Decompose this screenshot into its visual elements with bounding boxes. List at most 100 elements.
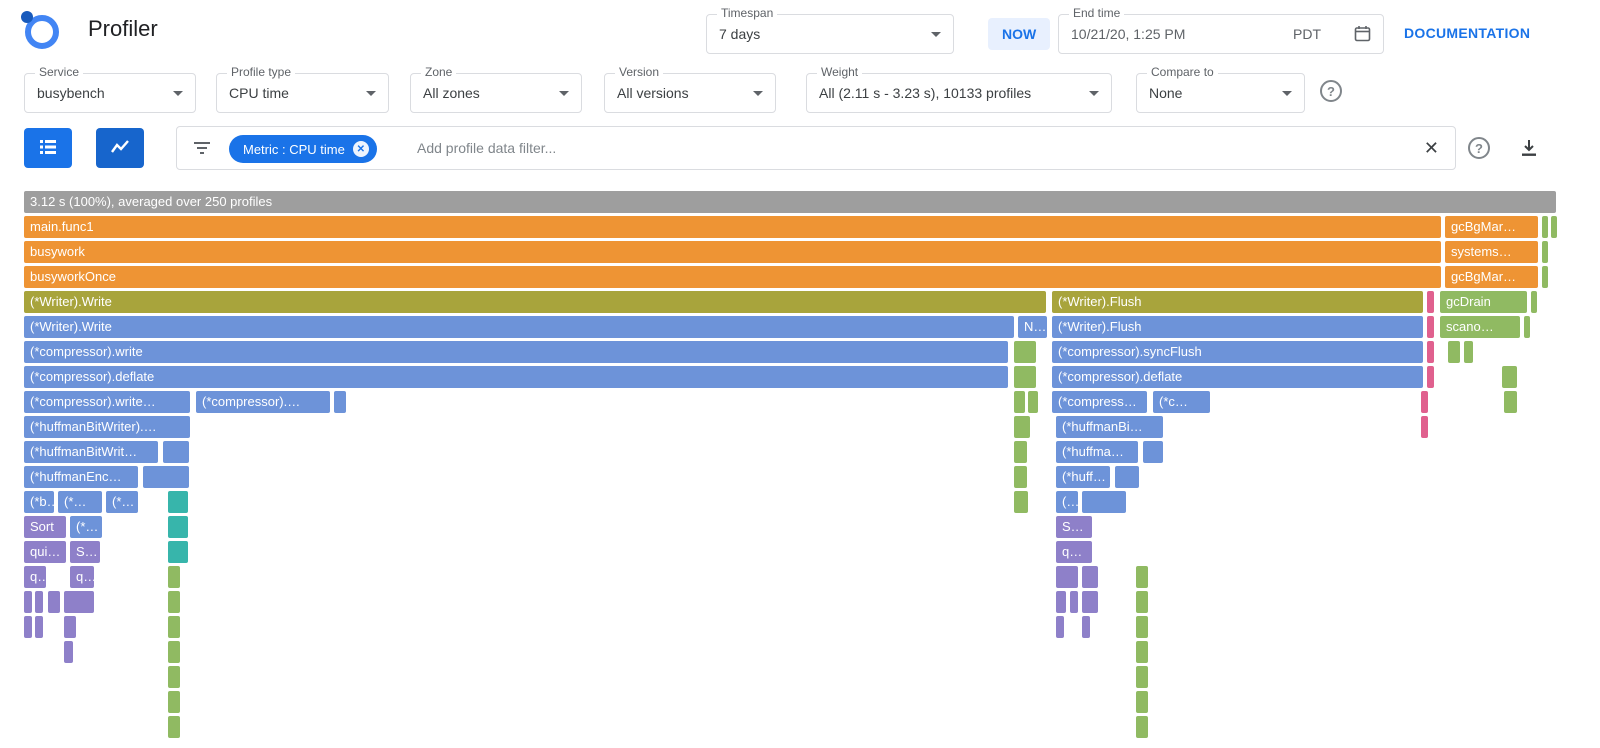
- flame-segment[interactable]: [168, 491, 188, 513]
- flame-segment[interactable]: [1136, 616, 1148, 638]
- flame-segment[interactable]: N…: [1018, 316, 1047, 338]
- flame-segment[interactable]: [168, 716, 180, 738]
- flame-segment[interactable]: [24, 616, 32, 638]
- flame-segment[interactable]: (*compressor).write: [24, 341, 1008, 363]
- flame-segment[interactable]: [168, 641, 180, 663]
- flame-segment[interactable]: busyworkOnce: [24, 266, 1441, 288]
- flame-segment[interactable]: gcDrain: [1440, 291, 1527, 313]
- flame-segment[interactable]: [1014, 391, 1025, 413]
- flame-segment[interactable]: [24, 591, 32, 613]
- flame-segment[interactable]: [1014, 416, 1030, 438]
- flame-segment[interactable]: [1542, 241, 1548, 263]
- flame-segment[interactable]: scano…: [1440, 316, 1520, 338]
- flame-segment[interactable]: (*huffma…: [1056, 441, 1138, 463]
- flame-segment[interactable]: [35, 591, 43, 613]
- flame-segment[interactable]: [1115, 466, 1139, 488]
- flame-segment[interactable]: [1028, 391, 1038, 413]
- flame-segment[interactable]: [1082, 566, 1098, 588]
- flame-segment[interactable]: [1136, 566, 1148, 588]
- flame-segment[interactable]: (*compressor).write…: [24, 391, 190, 413]
- flame-segment[interactable]: (*compressor).syncFlush: [1052, 341, 1423, 363]
- flame-segment[interactable]: [1143, 441, 1163, 463]
- flame-segment[interactable]: [1136, 641, 1148, 663]
- flame-segment[interactable]: [1082, 591, 1098, 613]
- documentation-link[interactable]: DOCUMENTATION: [1404, 25, 1530, 41]
- chart-view-button[interactable]: [96, 128, 144, 168]
- flame-segment[interactable]: [1542, 266, 1548, 288]
- version-select[interactable]: Version All versions: [604, 73, 776, 113]
- flame-segment[interactable]: q…: [1056, 541, 1092, 563]
- flame-segment[interactable]: gcBgMar…: [1445, 216, 1538, 238]
- flame-segment[interactable]: (*compress…: [1052, 391, 1147, 413]
- flame-segment[interactable]: (*b…: [24, 491, 54, 513]
- flame-segment[interactable]: [1427, 291, 1434, 313]
- flame-segment[interactable]: [1136, 691, 1148, 713]
- flame-segment[interactable]: qui…: [24, 541, 66, 563]
- flame-segment[interactable]: [168, 591, 180, 613]
- flame-segment[interactable]: main.func1: [24, 216, 1441, 238]
- flame-segment[interactable]: [1070, 591, 1078, 613]
- flame-segment[interactable]: [1014, 341, 1036, 363]
- profile-type-select[interactable]: Profile type CPU time: [216, 73, 389, 113]
- flame-segment[interactable]: [334, 391, 346, 413]
- flame-segment[interactable]: [64, 616, 76, 638]
- flame-segment[interactable]: [1056, 566, 1078, 588]
- flame-segment[interactable]: [1014, 441, 1027, 463]
- flame-segment[interactable]: (*Writer).Write: [24, 316, 1014, 338]
- flame-segment[interactable]: [64, 641, 73, 663]
- timespan-select[interactable]: Timespan 7 days: [706, 14, 954, 54]
- compare-to-select[interactable]: Compare to None: [1136, 73, 1305, 113]
- flame-segment[interactable]: (*c…: [1153, 391, 1210, 413]
- flame-segment[interactable]: [1136, 591, 1148, 613]
- zone-select[interactable]: Zone All zones: [410, 73, 582, 113]
- flame-segment[interactable]: [1464, 341, 1473, 363]
- calendar-icon[interactable]: [1354, 25, 1371, 47]
- flame-segment[interactable]: [1056, 591, 1066, 613]
- flame-segment[interactable]: [1056, 616, 1064, 638]
- flame-segment[interactable]: (*Writer).Write: [24, 291, 1046, 313]
- flame-segment[interactable]: [1082, 491, 1126, 513]
- flame-segment[interactable]: gcBgMar…: [1445, 266, 1538, 288]
- flame-segment[interactable]: q…: [70, 566, 94, 588]
- now-button[interactable]: NOW: [988, 18, 1050, 50]
- flame-segment[interactable]: [1014, 491, 1028, 513]
- flame-segment[interactable]: (*compressor).deflate: [1052, 366, 1423, 388]
- flame-segment[interactable]: [1014, 466, 1027, 488]
- flame-segment[interactable]: S…: [1056, 516, 1092, 538]
- flame-segment[interactable]: (*huffmanBitWrit…: [24, 441, 158, 463]
- flame-segment[interactable]: [168, 666, 180, 688]
- flame-segment[interactable]: systems…: [1445, 241, 1538, 263]
- flame-segment[interactable]: [168, 541, 188, 563]
- flame-segment[interactable]: [1421, 416, 1428, 438]
- flame-segment[interactable]: [1551, 216, 1557, 238]
- weight-select[interactable]: Weight All (2.11 s - 3.23 s), 10133 prof…: [806, 73, 1112, 113]
- end-time-field[interactable]: End time 10/21/20, 1:25 PM PDT: [1058, 14, 1384, 54]
- flame-segment[interactable]: [168, 566, 180, 588]
- flame-segment[interactable]: S…: [70, 541, 100, 563]
- service-select[interactable]: Service busybench: [24, 73, 196, 113]
- flame-segment[interactable]: [143, 466, 189, 488]
- close-circle-icon[interactable]: ✕: [353, 141, 369, 157]
- flame-segment[interactable]: (*…: [58, 491, 102, 513]
- flame-segment[interactable]: [1502, 366, 1517, 388]
- flame-segment[interactable]: (…: [1056, 491, 1078, 513]
- close-icon[interactable]: ✕: [1424, 127, 1439, 169]
- flame-segment[interactable]: Sort: [24, 516, 66, 538]
- filter-input[interactable]: Add profile data filter...: [417, 127, 556, 169]
- profile-filter-bar[interactable]: Metric : CPU time ✕ Add profile data fil…: [176, 126, 1456, 170]
- flame-segment[interactable]: [1448, 341, 1460, 363]
- flame-segment[interactable]: [168, 691, 180, 713]
- flame-segment[interactable]: (*huffmanBi…: [1056, 416, 1163, 438]
- flame-segment[interactable]: [1136, 666, 1148, 688]
- help-icon[interactable]: ?: [1468, 137, 1490, 159]
- flame-segment[interactable]: (*…: [70, 516, 102, 538]
- flame-segment[interactable]: [1427, 316, 1434, 338]
- list-view-button[interactable]: [24, 128, 72, 168]
- flame-segment[interactable]: q…: [24, 566, 46, 588]
- flame-segment[interactable]: [1427, 366, 1434, 388]
- flame-segment[interactable]: (*compressor).…: [196, 391, 330, 413]
- flame-segment[interactable]: (*…: [106, 491, 138, 513]
- flame-segment[interactable]: 3.12 s (100%), averaged over 250 profile…: [24, 191, 1556, 213]
- flame-segment[interactable]: [1082, 616, 1090, 638]
- flame-segment[interactable]: [1531, 291, 1537, 313]
